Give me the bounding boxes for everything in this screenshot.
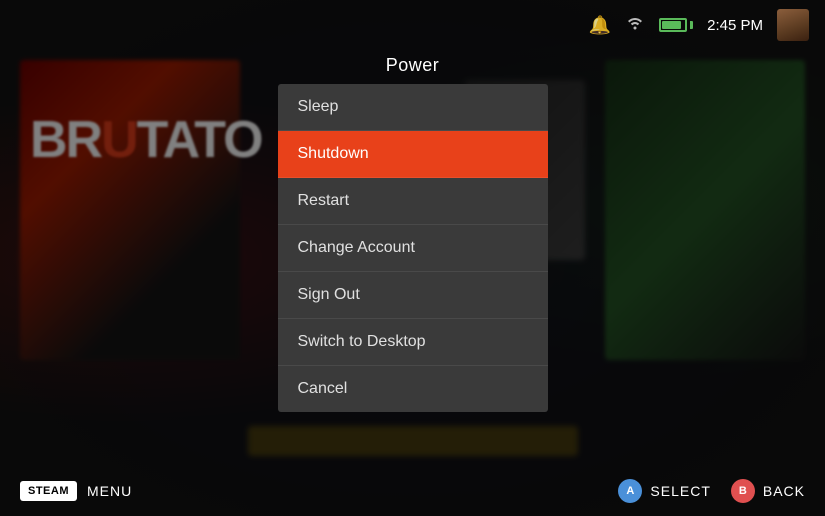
power-dialog: Power Sleep Shutdown Restart Change Acco…	[278, 55, 548, 412]
time-display: 2:45 PM	[707, 17, 763, 34]
bg-game-title: BRUTATO	[30, 110, 262, 170]
menu-item-shutdown[interactable]: Shutdown	[278, 131, 548, 178]
select-label: SELECT	[650, 483, 710, 499]
menu-item-sign-out[interactable]: Sign Out	[278, 272, 548, 319]
a-button[interactable]: A	[618, 479, 642, 503]
menu-label: MENU	[87, 483, 132, 499]
bg-game-art-right	[605, 60, 805, 360]
power-menu: Sleep Shutdown Restart Change Account Si…	[278, 84, 548, 412]
back-action: B BACK	[731, 479, 805, 503]
menu-item-cancel[interactable]: Cancel	[278, 366, 548, 412]
signal-icon	[625, 15, 645, 36]
bottom-left: STEAM MENU	[20, 481, 132, 501]
menu-item-sleep[interactable]: Sleep	[278, 84, 548, 131]
select-action: A SELECT	[618, 479, 710, 503]
bottombar: STEAM MENU A SELECT B BACK	[0, 466, 825, 516]
menu-item-change-account[interactable]: Change Account	[278, 225, 548, 272]
bg-game-art-left	[20, 60, 240, 360]
b-button[interactable]: B	[731, 479, 755, 503]
dialog-title: Power	[278, 55, 548, 76]
topbar: 🔔 2:45 PM	[0, 0, 825, 50]
steam-badge[interactable]: STEAM	[20, 481, 77, 501]
notification-icon[interactable]: 🔔	[589, 15, 611, 36]
bg-bottom-hint	[248, 426, 578, 456]
back-label: BACK	[763, 483, 805, 499]
avatar[interactable]	[777, 9, 809, 41]
menu-item-switch-desktop[interactable]: Switch to Desktop	[278, 319, 548, 366]
menu-item-restart[interactable]: Restart	[278, 178, 548, 225]
bottom-right: A SELECT B BACK	[618, 479, 805, 503]
battery-icon	[659, 18, 693, 32]
